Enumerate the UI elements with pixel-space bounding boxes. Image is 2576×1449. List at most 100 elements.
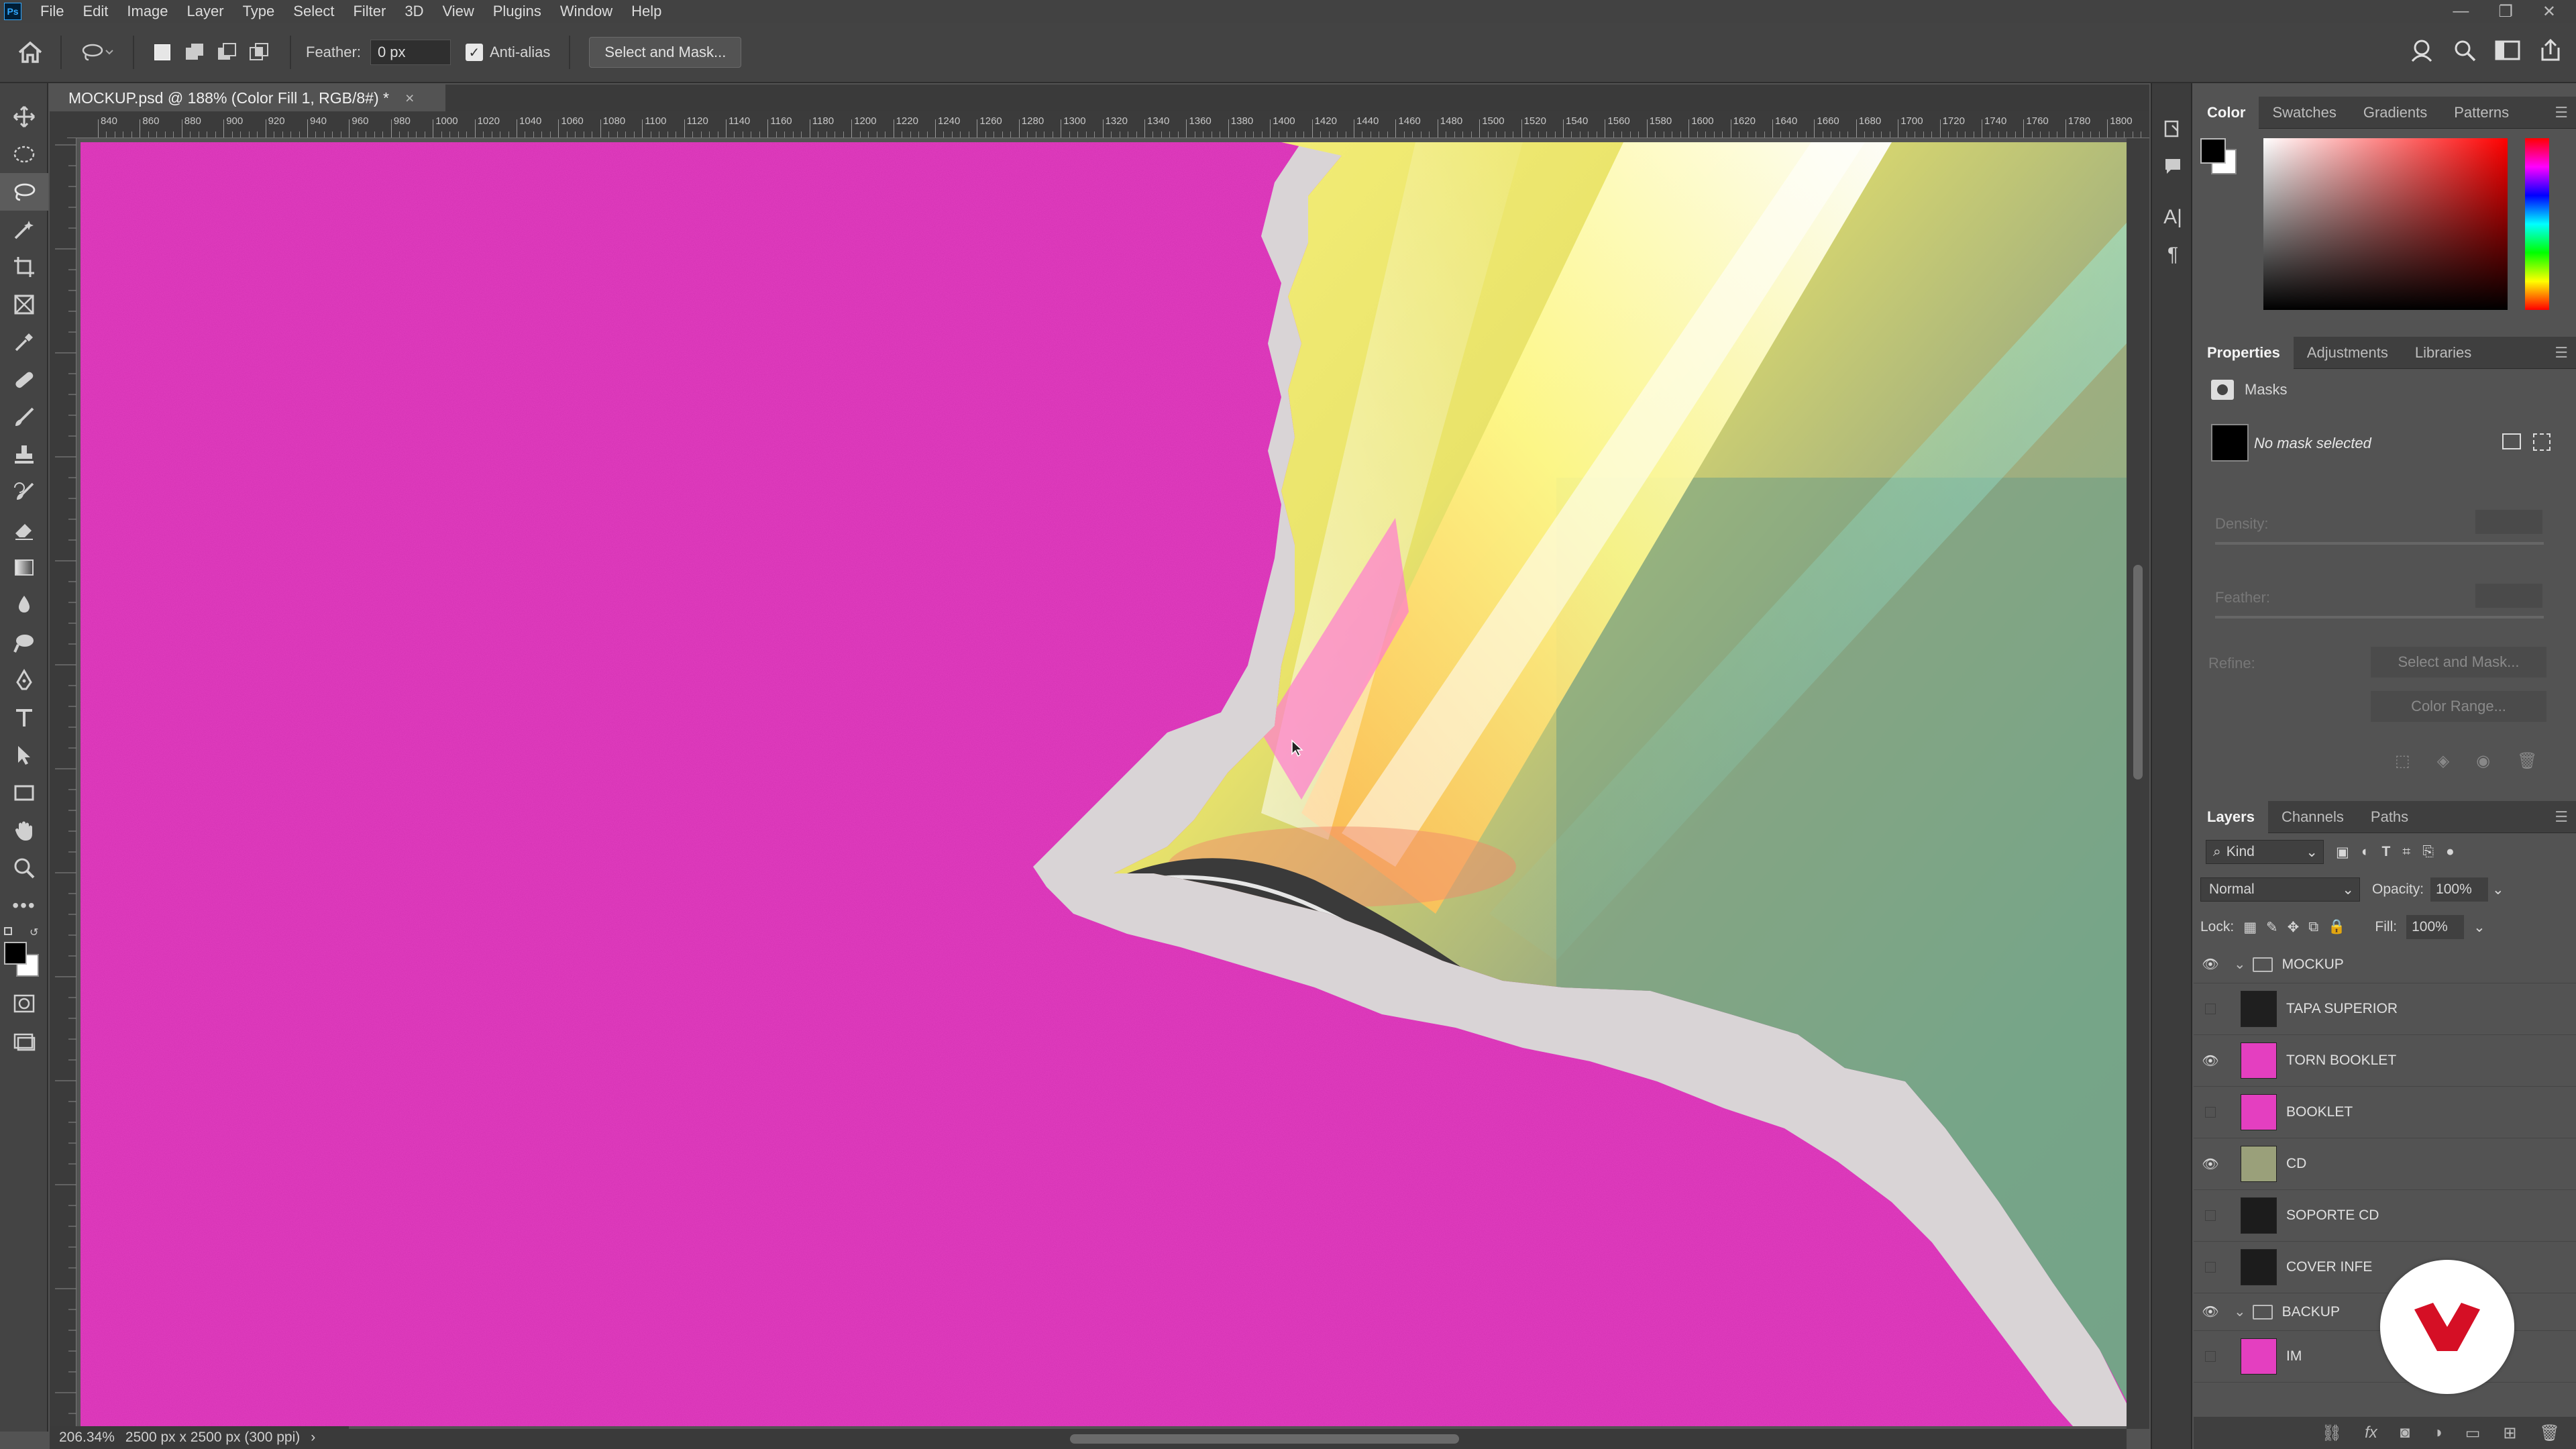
home-icon[interactable]: [0, 40, 60, 64]
menu-help[interactable]: Help: [622, 3, 671, 20]
frame-tool-icon[interactable]: [0, 286, 48, 323]
visibility-eye-icon[interactable]: 👁: [2194, 956, 2227, 973]
eyedropper-tool-icon[interactable]: [0, 323, 48, 361]
group-chevron-icon[interactable]: ⌄: [2234, 956, 2246, 973]
visibility-off-icon[interactable]: [2194, 1107, 2227, 1118]
tab-color[interactable]: Color: [2194, 96, 2259, 129]
opacity-field[interactable]: 100%: [2430, 877, 2489, 902]
tab-paths[interactable]: Paths: [2357, 801, 2422, 833]
menu-edit[interactable]: Edit: [73, 3, 117, 20]
visibility-off-icon[interactable]: [2194, 1262, 2227, 1273]
pen-tool-icon[interactable]: [0, 661, 48, 699]
lasso-tool-icon[interactable]: [0, 173, 48, 211]
tab-adjustments[interactable]: Adjustments: [2294, 337, 2402, 369]
comments-panel-icon[interactable]: [2152, 148, 2194, 185]
panel-menu-icon[interactable]: ☰: [2555, 104, 2568, 121]
filter-smart-icon[interactable]: ⎘: [2422, 844, 2434, 860]
fill-chevron-icon[interactable]: ⌄: [2473, 919, 2485, 936]
lasso-preset-icon[interactable]: [74, 42, 121, 62]
tab-patterns[interactable]: Patterns: [2440, 97, 2522, 129]
crop-tool-icon[interactable]: [0, 248, 48, 286]
link-layers-icon[interactable]: ⛓: [2322, 1424, 2342, 1443]
tab-swatches[interactable]: Swatches: [2259, 97, 2349, 129]
load-selection-icon[interactable]: ⬚: [2395, 751, 2410, 771]
vertical-ruler[interactable]: [50, 138, 76, 1429]
menu-select[interactable]: Select: [284, 3, 343, 20]
close-window-icon[interactable]: ✕: [2542, 2, 2556, 21]
menu-image[interactable]: Image: [117, 3, 177, 20]
new-fill-layer-icon[interactable]: ◑: [2432, 1424, 2443, 1442]
workspace-icon[interactable]: [2494, 39, 2521, 66]
history-brush-tool-icon[interactable]: [0, 474, 48, 511]
blur-tool-icon[interactable]: [0, 586, 48, 624]
paragraph-panel-icon[interactable]: ¶: [2152, 236, 2194, 274]
foreground-color-swatch[interactable]: [4, 942, 27, 965]
visibility-off-icon[interactable]: [2194, 1210, 2227, 1221]
add-selection-icon[interactable]: [178, 42, 211, 62]
new-selection-icon[interactable]: [146, 44, 178, 60]
dodge-tool-icon[interactable]: [0, 624, 48, 661]
default-colors-icon[interactable]: [4, 927, 12, 935]
gradient-tool-icon[interactable]: [0, 549, 48, 586]
screen-mode-icon[interactable]: [0, 1022, 48, 1060]
layer-row[interactable]: BOOKLET: [2194, 1087, 2576, 1138]
properties-menu-icon[interactable]: ☰: [2555, 344, 2568, 362]
toggle-mask-icon[interactable]: ◉: [2476, 751, 2490, 771]
visibility-off-icon[interactable]: [2194, 1351, 2227, 1362]
lock-all-icon[interactable]: 🔒: [2328, 919, 2345, 935]
vertical-scroll-thumb[interactable]: [2133, 565, 2143, 780]
menu-layer[interactable]: Layer: [178, 3, 233, 20]
character-panel-icon[interactable]: A|: [2152, 199, 2194, 236]
filter-adjustment-icon[interactable]: ◐: [2361, 844, 2370, 860]
menu-filter[interactable]: Filter: [343, 3, 395, 20]
opacity-chevron-icon[interactable]: ⌄: [2492, 881, 2504, 898]
menu-file[interactable]: File: [31, 3, 73, 20]
vertical-scrollbar[interactable]: [2127, 138, 2149, 1429]
subtract-selection-icon[interactable]: [211, 42, 243, 62]
path-selection-tool-icon[interactable]: [0, 737, 48, 774]
more-tools-icon[interactable]: •••: [0, 887, 48, 924]
menu-window[interactable]: Window: [551, 3, 622, 20]
clone-stamp-tool-icon[interactable]: [0, 436, 48, 474]
tab-channels[interactable]: Channels: [2268, 801, 2357, 833]
document-tab[interactable]: MOCKUP.psd @ 188% (Color Fill 1, RGB/8#)…: [50, 85, 445, 111]
apply-mask-icon[interactable]: ◈: [2437, 751, 2449, 771]
delete-layer-icon[interactable]: 🗑: [2540, 1424, 2560, 1443]
visibility-off-icon[interactable]: [2194, 1004, 2227, 1014]
color-fg-swatch[interactable]: [2200, 138, 2226, 164]
layer-row[interactable]: IMG 1075: [2194, 1383, 2576, 1389]
density-field[interactable]: [2475, 510, 2542, 534]
visibility-eye-icon[interactable]: 👁: [2194, 1156, 2227, 1173]
pixel-mask-icon[interactable]: [2502, 433, 2521, 449]
share-icon[interactable]: [2538, 38, 2563, 66]
zoom-level[interactable]: 206.34%: [59, 1430, 115, 1446]
fill-field[interactable]: 100%: [2406, 915, 2465, 939]
lock-transparent-icon[interactable]: ▦: [2243, 919, 2257, 936]
delete-mask-icon[interactable]: 🗑: [2517, 751, 2537, 771]
visibility-eye-icon[interactable]: 👁: [2194, 1303, 2227, 1320]
select-and-mask-button[interactable]: Select and Mask...: [589, 37, 742, 68]
close-tab-icon[interactable]: ×: [405, 89, 414, 107]
lock-artboard-icon[interactable]: ⧉: [2308, 919, 2318, 935]
tab-libraries[interactable]: Libraries: [2402, 337, 2485, 369]
fx-icon[interactable]: fx: [2365, 1424, 2377, 1442]
menu-type[interactable]: Type: [233, 3, 284, 20]
menu-view[interactable]: View: [433, 3, 483, 20]
quick-mask-icon[interactable]: [0, 985, 48, 1022]
layer-row[interactable]: 👁 TORN BOOKLET: [2194, 1035, 2576, 1087]
document-canvas[interactable]: [80, 142, 2127, 1426]
horizontal-ruler[interactable]: 840 860 880 900 920 940 960 980 1000 1020 1040 1060…: [67, 111, 2149, 138]
filter-toggle-icon[interactable]: ●: [2446, 844, 2455, 860]
search-icon[interactable]: [2453, 38, 2477, 66]
eraser-tool-icon[interactable]: [0, 511, 48, 549]
group-chevron-icon[interactable]: ⌄: [2234, 1303, 2246, 1320]
visibility-eye-icon[interactable]: 👁: [2194, 1053, 2227, 1069]
menu-plugins[interactable]: Plugins: [484, 3, 551, 20]
filter-shape-icon[interactable]: ⌗: [2402, 844, 2410, 860]
brush-tool-icon[interactable]: [0, 398, 48, 436]
feather-prop-slider[interactable]: [2215, 616, 2544, 619]
layers-menu-icon[interactable]: ☰: [2555, 808, 2568, 826]
history-panel-icon[interactable]: [2152, 110, 2194, 148]
rectangle-tool-icon[interactable]: [0, 774, 48, 812]
layer-row[interactable]: SOPORTE CD: [2194, 1190, 2576, 1242]
